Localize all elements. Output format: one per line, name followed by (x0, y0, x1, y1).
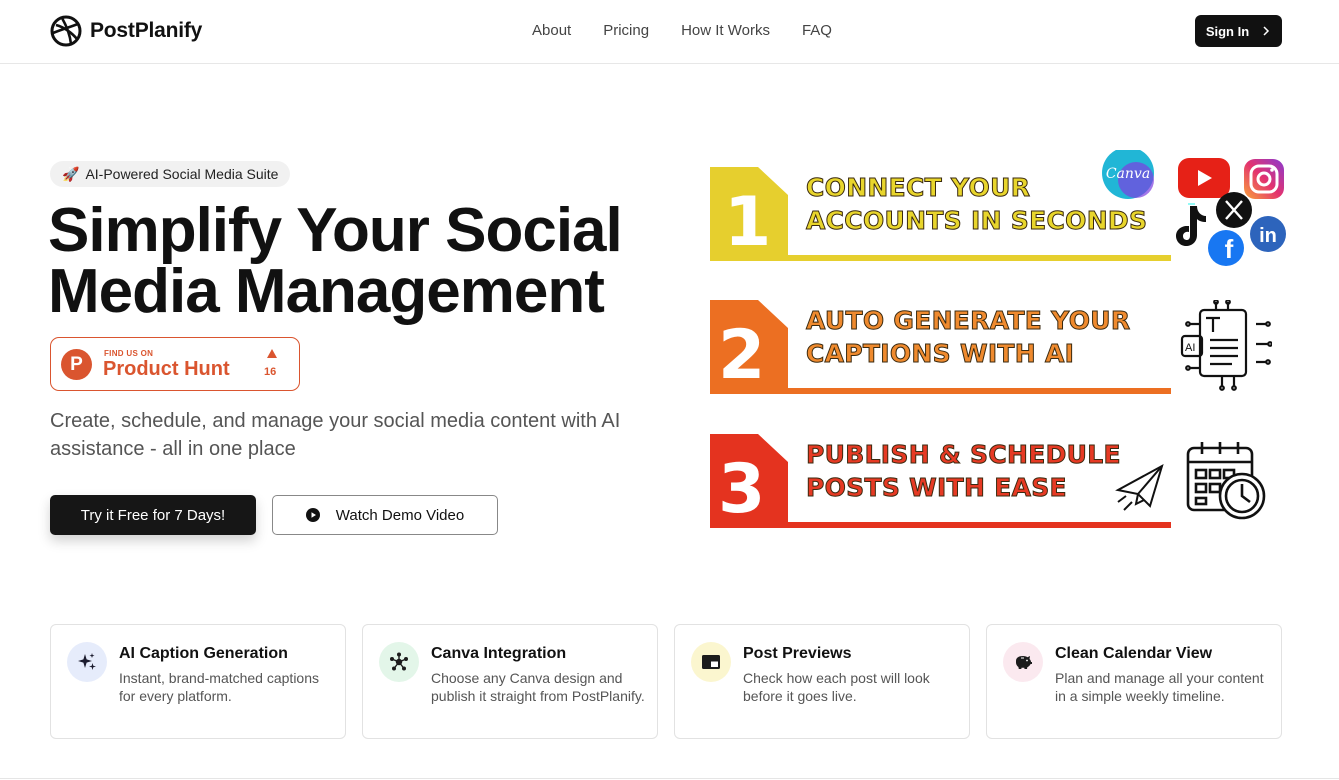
svg-text:f: f (1225, 234, 1234, 264)
site-header: PostPlanify About Pricing How It Works F… (0, 0, 1339, 64)
step-2: 2 AUTO GENERATE YOUR CAPTIONS WITH AI (708, 298, 1173, 398)
feature-title: Canva Integration (431, 645, 567, 662)
step-3: 3 PUBLISH & SCHEDULE POSTS WITH EASE (708, 432, 1173, 532)
free-trial-button[interactable]: Try it Free for 7 Days! (50, 495, 256, 535)
nav-pricing[interactable]: Pricing (603, 22, 649, 39)
feature-title: Post Previews (743, 645, 852, 662)
upvote-count: 16 (264, 366, 277, 378)
hero-title-line1: Simplify Your Social (48, 196, 623, 265)
product-hunt-logo-icon: P (61, 349, 92, 380)
social-icons-cluster: Canva f in (1102, 150, 1286, 266)
feature-desc: Instant, brand-matched captions for ever… (119, 670, 320, 704)
piggy-bank-icon (1003, 642, 1043, 682)
feature-desc: Choose any Canva design and publish it s… (431, 670, 645, 704)
instagram-icon (1244, 159, 1284, 199)
play-icon (305, 508, 320, 522)
product-hunt-badge[interactable]: P FIND US ON Product Hunt 16 (50, 337, 300, 391)
step-3-number: 3 (718, 450, 765, 529)
step-2-line1: AUTO GENERATE YOUR (805, 306, 1131, 336)
hero-title: Simplify Your Social Media Management (48, 200, 668, 323)
feature-card-post-previews: Post Previews Check how each post will l… (674, 624, 970, 739)
hero-badge-text: AI-Powered Social Media Suite (85, 166, 279, 182)
sign-in-label: Sign In (1205, 23, 1250, 39)
feature-card-calendar: Clean Calendar View Plan and manage all … (986, 624, 1282, 739)
watch-demo-label: Watch Demo Video (335, 506, 465, 524)
section-divider (0, 778, 1339, 779)
step-2-line2: CAPTIONS WITH AI (805, 339, 1075, 369)
sparkles-icon (67, 642, 107, 682)
sign-in-button[interactable]: Sign In (1195, 15, 1282, 47)
svg-text:in: in (1259, 225, 1277, 247)
feature-desc: Plan and manage all your content in a si… (1055, 670, 1264, 704)
feature-card-ai-caption: AI Caption Generation Instant, brand-mat… (50, 624, 346, 739)
feature-title: Clean Calendar View (1055, 645, 1213, 662)
step-3-line2: POSTS WITH EASE (806, 473, 1068, 503)
paper-plane-icon (1115, 463, 1164, 511)
step-1-line2: ACCOUNTS IN SECONDS (805, 206, 1148, 236)
step-2-number: 2 (718, 316, 765, 395)
step-3-text: PUBLISH & SCHEDULE POSTS WITH EASE (806, 438, 1122, 504)
how-it-works-graphic: 1 CONNECT YOUR ACCOUNTS IN SECONDS 2 AUT… (708, 150, 1288, 540)
facebook-icon: f (1208, 230, 1244, 266)
watch-demo-button[interactable]: Watch Demo Video (272, 495, 498, 535)
nav-how-it-works[interactable]: How It Works (681, 22, 770, 39)
hero-title-line2: Media Management (48, 257, 605, 326)
feature-card-canva: Canva Integration Choose any Canva desig… (362, 624, 658, 739)
nav-about[interactable]: About (532, 22, 571, 39)
calendar-clock-icon (1186, 442, 1266, 520)
tiktok-icon (1176, 203, 1206, 246)
step-1-line1: CONNECT YOUR (805, 173, 1031, 203)
x-twitter-icon (1216, 192, 1252, 228)
hero-subtitle: Create, schedule, and manage your social… (50, 410, 621, 460)
feature-desc: Check how each post will look before it … (743, 670, 930, 704)
svg-text:Canva: Canva (1106, 166, 1150, 182)
step-2-text: AUTO GENERATE YOUR CAPTIONS WITH AI (805, 304, 1131, 370)
linkedin-icon: in (1250, 216, 1286, 252)
network-icon (379, 642, 419, 682)
svg-text:AI: AI (1185, 342, 1195, 354)
product-hunt-name: Product Hunt (103, 358, 230, 380)
main-nav: About Pricing How It Works FAQ (532, 22, 832, 39)
product-hunt-small-text: FIND US ON (104, 349, 154, 358)
canva-icon: Canva (1102, 150, 1154, 199)
chevron-right-icon (1263, 26, 1270, 36)
upvote-arrow-icon (267, 349, 277, 358)
step-1-text: CONNECT YOUR ACCOUNTS IN SECONDS (805, 171, 1148, 237)
preview-icon (691, 642, 731, 682)
ai-document-icon: AI (1180, 300, 1272, 391)
feature-title: AI Caption Generation (119, 645, 288, 662)
logo-icon (50, 15, 82, 47)
step-1-number: 1 (724, 183, 771, 262)
nav-faq[interactable]: FAQ (802, 22, 832, 39)
brand-logo[interactable]: PostPlanify (50, 15, 202, 47)
rocket-icon: 🚀 (62, 165, 80, 182)
step-3-line1: PUBLISH & SCHEDULE (806, 440, 1122, 470)
hero-badge: 🚀 AI-Powered Social Media Suite (50, 161, 291, 187)
brand-name: PostPlanify (90, 19, 203, 42)
youtube-icon (1178, 158, 1230, 198)
